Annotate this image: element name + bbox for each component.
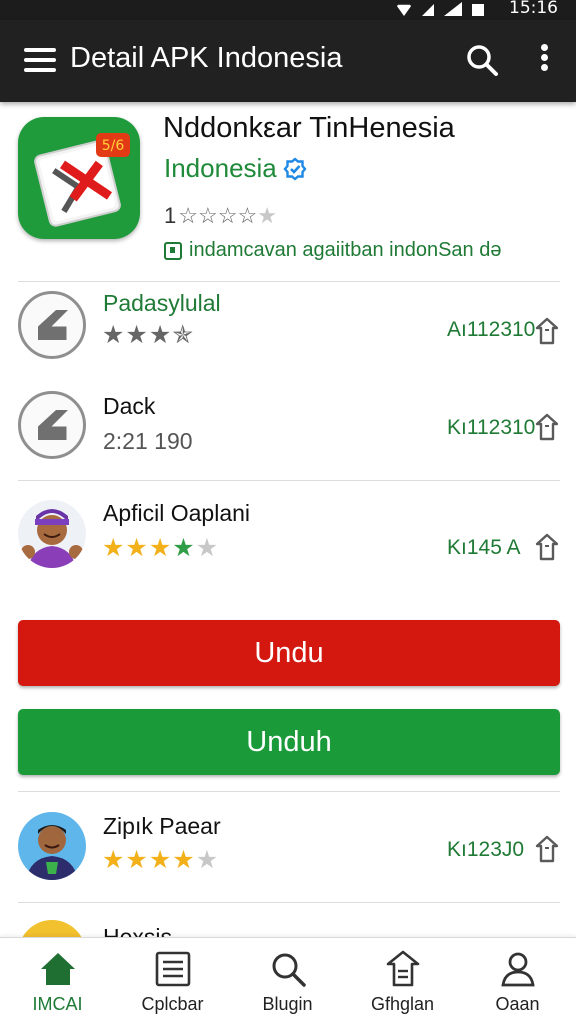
- rating-stars: ★ ★ ★ ★ ★: [102, 848, 218, 873]
- list-item-code: Aı112310: [447, 318, 536, 341]
- wifi-icon: [396, 4, 412, 16]
- note-icon: [164, 241, 182, 260]
- list-item-title: Zipık Paear: [103, 813, 221, 839]
- app-item-icon: [18, 391, 86, 459]
- status-time: 15:16: [509, 0, 558, 18]
- star-icon: ★: [102, 846, 125, 874]
- nav-label: Oaan: [495, 994, 540, 1014]
- menu-icon[interactable]: [24, 48, 56, 72]
- star-icon: ★: [102, 321, 125, 349]
- more-options-icon[interactable]: [532, 42, 556, 78]
- nav-item-list[interactable]: Cplcbar: [115, 938, 230, 1024]
- upload-icon[interactable]: [534, 532, 560, 562]
- list-item-title: Dack: [103, 393, 156, 419]
- divider: [18, 902, 560, 903]
- list-item-title: Padasylulal: [103, 290, 221, 316]
- app-region: Indonesia: [164, 153, 307, 184]
- divider: [18, 791, 560, 792]
- nav-item-profile[interactable]: Oaan: [460, 938, 575, 1024]
- divider: [18, 281, 560, 282]
- star-icon: ★: [125, 534, 148, 562]
- app-note: indamcavan agaiitban indonSan də: [164, 239, 501, 262]
- upload-icon[interactable]: [534, 412, 560, 442]
- star-icon: ★: [195, 846, 219, 874]
- star-icon: ★: [148, 534, 172, 562]
- rating-stars: ★ ★ ★ ★ ★: [102, 536, 218, 561]
- list-item-title: Apficil Oaplani: [103, 500, 251, 526]
- star-icon: ★: [172, 534, 195, 562]
- list-item[interactable]: Apficil Oaplani ★ ★ ★ ★ ★ Kı145 A: [0, 490, 576, 590]
- status-bar: 15:16: [0, 0, 576, 20]
- list-item-meta: 2:21 190: [103, 428, 193, 454]
- search-icon[interactable]: [464, 42, 500, 78]
- signal-icon: [444, 2, 462, 16]
- nav-label: Gfhglan: [370, 994, 435, 1014]
- home-icon: [41, 953, 75, 985]
- star-icon: ★: [257, 203, 277, 228]
- page-title: Detail APK Indonesia: [70, 42, 343, 74]
- app-rating: 1 ☆ ☆ ☆ ☆ ★: [164, 203, 277, 229]
- app-region-label: Indonesia: [164, 153, 277, 183]
- list-item-code: Kı123J0: [447, 838, 525, 861]
- star-icon: ★: [125, 321, 148, 349]
- star-outline-icon: ☆: [217, 203, 238, 228]
- nav-label: Cplcbar: [141, 994, 204, 1014]
- nav-label: Blugin: [262, 994, 313, 1014]
- app-icon-badge: 5/6: [102, 138, 125, 154]
- download-red-button[interactable]: Undu: [18, 620, 560, 686]
- star-outline-icon: ☆: [197, 203, 218, 228]
- app-note-text: indamcavan agaiitban indonSan də: [189, 239, 502, 261]
- status-icons: [396, 2, 484, 16]
- app-title: Nddonkεar TinHenesia: [163, 112, 455, 144]
- search-icon: [272, 953, 306, 987]
- star-outline-icon: ☆: [237, 203, 258, 228]
- avatar: [18, 812, 86, 880]
- star-icon: ★: [195, 534, 219, 562]
- list-item[interactable]: Zipık Paear ★ ★ ★ ★ ★ Kı123J0: [0, 800, 576, 900]
- upload-icon: [386, 950, 420, 987]
- star-icon: ★: [148, 846, 172, 874]
- app-bar: Detail APK Indonesia: [0, 20, 576, 102]
- list-item-code: Kı145 A: [447, 536, 521, 559]
- nav-item-home[interactable]: IMCAI: [0, 938, 115, 1024]
- divider: [18, 480, 560, 481]
- nav-item-search[interactable]: Blugin: [230, 938, 345, 1024]
- upload-icon[interactable]: [534, 316, 560, 346]
- app-icon: 5/6: [18, 117, 140, 239]
- star-icon: ★: [148, 321, 172, 349]
- star-icon: ★: [172, 846, 195, 874]
- nav-item-updates[interactable]: Gfhglan: [345, 938, 460, 1024]
- battery-icon: [472, 4, 484, 16]
- list-item[interactable]: Padasylulal ★ ★ ★ ✯ Aı112310: [0, 285, 576, 377]
- signal-small-icon: [422, 4, 434, 16]
- nav-label: IMCAI: [32, 994, 83, 1014]
- profile-icon: [501, 952, 535, 987]
- app-item-icon: [18, 291, 86, 359]
- bottom-navigation: IMCAI Cplcbar Blugin Gfhglan Oaan: [0, 937, 576, 1024]
- star-outline-icon: ☆: [178, 203, 198, 228]
- list-item[interactable]: Dack 2:21 190 Kı112310: [0, 385, 576, 477]
- verified-icon: [283, 156, 307, 181]
- star-icon: ★: [102, 534, 125, 562]
- app-rating-number: 1: [164, 203, 177, 228]
- star-icon: ★: [125, 846, 148, 874]
- star-half-icon: ✯: [172, 321, 194, 349]
- avatar: [18, 500, 86, 568]
- list-icon: [155, 951, 191, 987]
- download-button[interactable]: Unduh: [18, 709, 560, 775]
- upload-icon[interactable]: [534, 834, 560, 864]
- list-item-code: Kı112310: [447, 416, 536, 439]
- rating-stars: ★ ★ ★ ✯: [102, 323, 193, 348]
